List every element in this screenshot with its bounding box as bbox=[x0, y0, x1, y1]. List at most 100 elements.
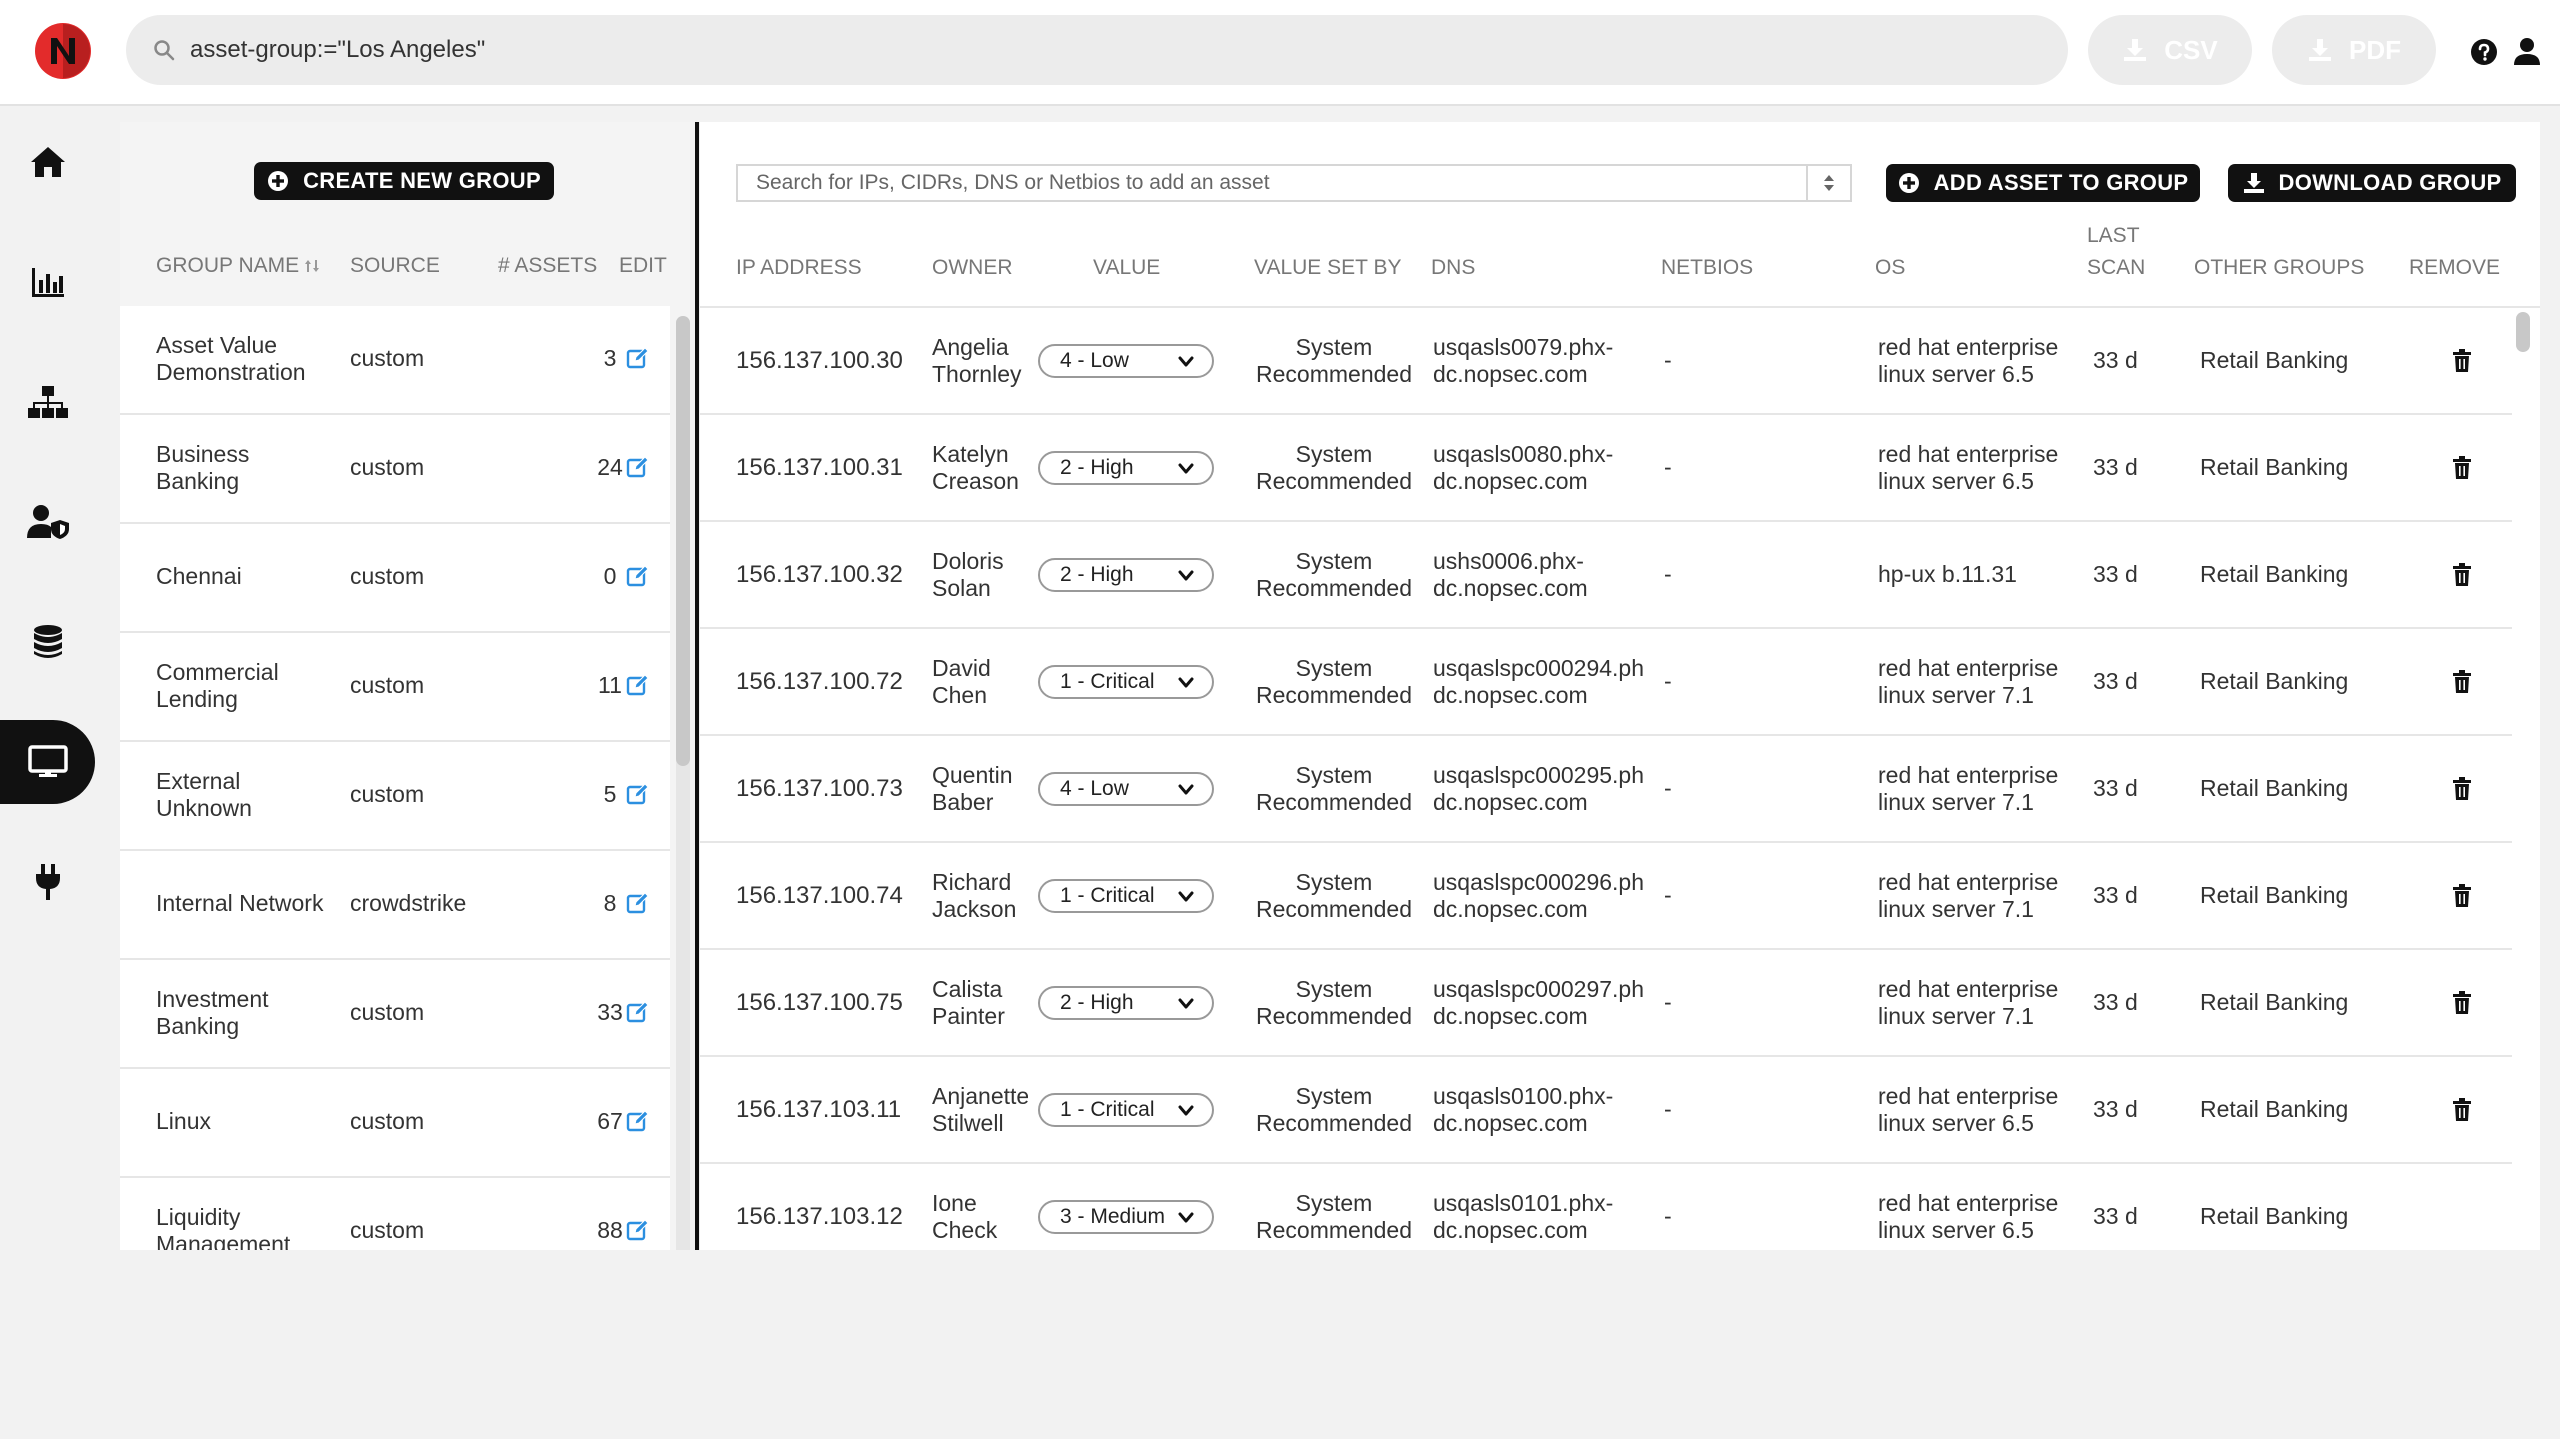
group-name[interactable]: Investment Banking bbox=[156, 960, 336, 1065]
asset-search-field[interactable] bbox=[736, 164, 1852, 202]
other-groups[interactable]: Retail Banking bbox=[2200, 843, 2348, 948]
groups-scrollbar-thumb[interactable] bbox=[676, 316, 690, 766]
value-set-by-line2: Recommended bbox=[1256, 1002, 1412, 1029]
group-name[interactable]: External Unknown bbox=[156, 742, 336, 847]
ip-address[interactable]: 156.137.100.32 bbox=[736, 522, 903, 627]
other-groups[interactable]: Retail Banking bbox=[2200, 308, 2348, 413]
group-name[interactable]: Liquidity Management bbox=[156, 1178, 336, 1251]
owner-first: Richard bbox=[932, 868, 1012, 895]
value-select[interactable]: 1 - Critical bbox=[1038, 878, 1214, 913]
value-select[interactable]: 2 - High bbox=[1038, 985, 1214, 1020]
ip-address[interactable]: 156.137.100.75 bbox=[736, 950, 903, 1055]
group-row[interactable]: Asset Value Demonstration custom 3 bbox=[120, 306, 670, 415]
group-row[interactable]: Liquidity Management custom 88 bbox=[120, 1178, 670, 1250]
remove-button[interactable] bbox=[2450, 950, 2474, 1055]
other-groups[interactable]: Retail Banking bbox=[2200, 629, 2348, 734]
remove-button[interactable] bbox=[2450, 308, 2474, 413]
group-name[interactable]: Asset Value Demonstration bbox=[156, 306, 336, 411]
value-select[interactable]: 1 - Critical bbox=[1038, 664, 1214, 699]
value-select[interactable]: 1 - Critical bbox=[1038, 1092, 1214, 1127]
download-group-button[interactable]: DOWNLOAD GROUP bbox=[2228, 164, 2516, 202]
remove-button[interactable] bbox=[2450, 843, 2474, 948]
ip-address[interactable]: 156.137.103.12 bbox=[736, 1164, 903, 1250]
nav-reports[interactable] bbox=[0, 240, 95, 324]
group-name[interactable]: Internal Network bbox=[156, 851, 336, 956]
group-row[interactable]: Commercial Lending custom 11 bbox=[120, 633, 670, 742]
panel-divider bbox=[695, 122, 699, 1250]
edit-icon[interactable] bbox=[626, 455, 650, 479]
nav-users[interactable] bbox=[0, 480, 95, 564]
edit-icon[interactable] bbox=[626, 1109, 650, 1133]
group-row[interactable]: Chennai custom 0 bbox=[120, 524, 670, 633]
other-groups[interactable]: Retail Banking bbox=[2200, 415, 2348, 520]
user-icon[interactable] bbox=[2512, 36, 2542, 66]
csv-export-button[interactable]: CSV bbox=[2088, 15, 2252, 85]
other-groups[interactable]: Retail Banking bbox=[2200, 1057, 2348, 1162]
ip-address[interactable]: 156.137.100.30 bbox=[736, 308, 903, 413]
owner: Anjanette Stilwell bbox=[932, 1057, 1028, 1162]
group-row[interactable]: Investment Banking custom 33 bbox=[120, 960, 670, 1069]
other-groups[interactable]: Retail Banking bbox=[2200, 1164, 2348, 1250]
edit-icon[interactable] bbox=[626, 564, 650, 588]
edit-icon[interactable] bbox=[626, 891, 650, 915]
global-search-bar[interactable]: asset-group:="Los Angeles" bbox=[126, 15, 2068, 85]
assets-scrollbar-thumb[interactable] bbox=[2516, 312, 2530, 352]
ip-address[interactable]: 156.137.100.72 bbox=[736, 629, 903, 734]
remove-button[interactable] bbox=[2450, 415, 2474, 520]
owner-last: Creason bbox=[932, 467, 1019, 494]
group-row[interactable]: Linux custom 67 bbox=[120, 1069, 670, 1178]
group-row[interactable]: External Unknown custom 5 bbox=[120, 742, 670, 851]
other-groups[interactable]: Retail Banking bbox=[2200, 736, 2348, 841]
help-icon[interactable] bbox=[2470, 38, 2498, 66]
remove-button[interactable] bbox=[2450, 736, 2474, 841]
edit-icon[interactable] bbox=[626, 673, 650, 697]
groups-scrollbar[interactable] bbox=[676, 316, 690, 1250]
value-select[interactable]: 2 - High bbox=[1038, 557, 1214, 592]
remove-button[interactable] bbox=[2450, 629, 2474, 734]
edit-icon[interactable] bbox=[626, 346, 650, 370]
value-select[interactable]: 3 - Medium bbox=[1038, 1199, 1214, 1234]
remove-button[interactable] bbox=[2450, 522, 2474, 627]
os-line2: linux server 6.5 bbox=[1878, 1109, 2034, 1136]
nav-data[interactable] bbox=[0, 600, 95, 684]
ip-address[interactable]: 156.137.103.11 bbox=[736, 1057, 901, 1162]
os: red hat enterprise linux server 6.5 bbox=[1878, 415, 2078, 520]
search-query[interactable]: asset-group:="Los Angeles" bbox=[190, 36, 485, 64]
dns-line1: usqasls0079.phx- bbox=[1433, 333, 1614, 360]
value-select[interactable]: 2 - High bbox=[1038, 450, 1214, 485]
group-name[interactable]: Chennai bbox=[156, 524, 336, 629]
group-name[interactable]: Business Banking bbox=[156, 415, 336, 520]
remove-button[interactable] bbox=[2450, 1057, 2474, 1162]
edit-icon[interactable] bbox=[626, 1218, 650, 1242]
ip-address[interactable]: 156.137.100.73 bbox=[736, 736, 903, 841]
nav-network[interactable] bbox=[0, 360, 95, 444]
other-groups[interactable]: Retail Banking bbox=[2200, 950, 2348, 1055]
ip-address[interactable]: 156.137.100.74 bbox=[736, 843, 903, 948]
asset-search-spinner[interactable] bbox=[1806, 166, 1850, 200]
ip-address[interactable]: 156.137.100.31 bbox=[736, 415, 903, 520]
nav-home[interactable] bbox=[0, 120, 95, 204]
nopsec-logo[interactable] bbox=[34, 22, 92, 80]
netbios: - bbox=[1664, 561, 1672, 587]
value-set-by-line2: Recommended bbox=[1256, 467, 1412, 494]
netbios: - bbox=[1664, 775, 1672, 801]
edit-icon[interactable] bbox=[626, 1000, 650, 1024]
group-name-header[interactable]: GROUP NAME bbox=[156, 254, 321, 278]
group-name[interactable]: Linux bbox=[156, 1069, 336, 1174]
value-select[interactable]: 4 - Low bbox=[1038, 771, 1214, 806]
group-row[interactable]: Business Banking custom 24 bbox=[120, 415, 670, 524]
value-select[interactable]: 4 - Low bbox=[1038, 343, 1214, 378]
groups-panel: CREATE NEW GROUP GROUP NAME SOURCE # ASS… bbox=[120, 122, 698, 1250]
group-row[interactable]: Internal Network crowdstrike 8 bbox=[120, 851, 670, 960]
add-asset-to-group-button[interactable]: ADD ASSET TO GROUP bbox=[1886, 164, 2200, 202]
chevron-down-icon bbox=[1178, 677, 1194, 687]
pdf-export-button[interactable]: PDF bbox=[2272, 15, 2436, 85]
other-groups[interactable]: Retail Banking bbox=[2200, 522, 2348, 627]
edit-icon[interactable] bbox=[626, 782, 650, 806]
asset-search-input[interactable] bbox=[754, 170, 1788, 196]
create-new-group-button[interactable]: CREATE NEW GROUP bbox=[254, 162, 554, 200]
nav-assets[interactable] bbox=[0, 720, 95, 804]
group-name[interactable]: Commercial Lending bbox=[156, 633, 336, 738]
nav-integrations[interactable] bbox=[0, 840, 95, 924]
trash-icon bbox=[2453, 883, 2471, 907]
